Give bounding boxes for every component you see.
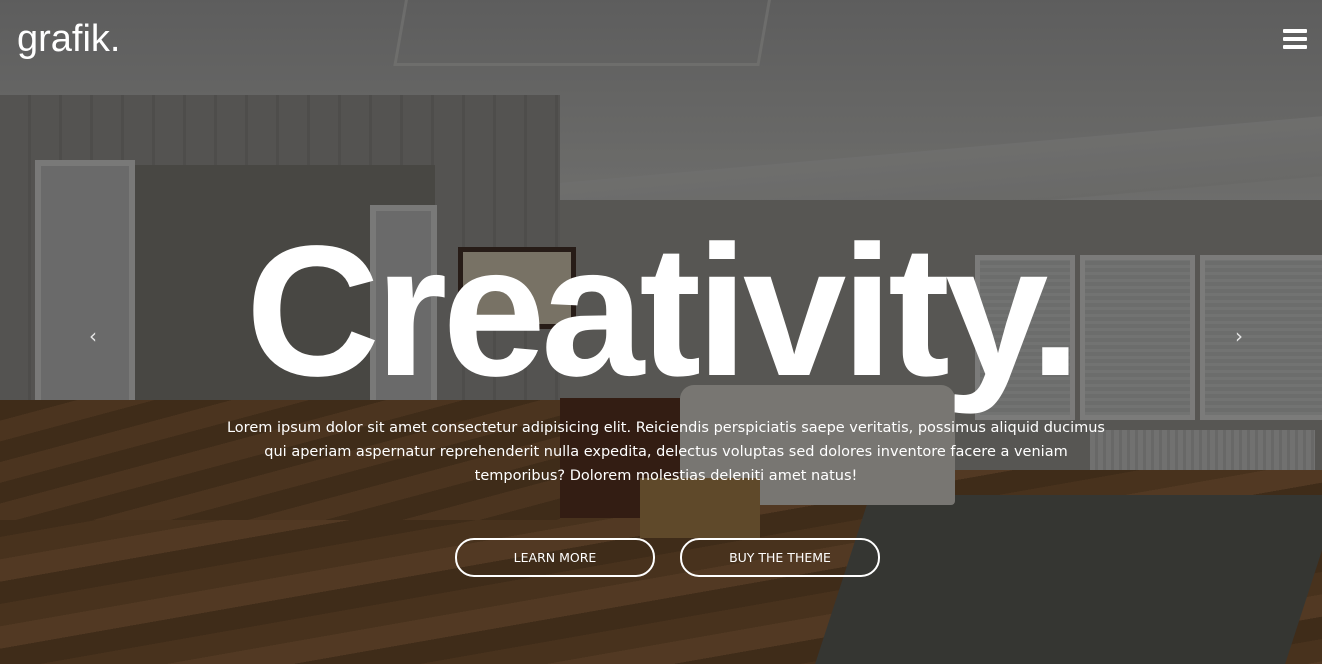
learn-more-button[interactable]: LEARN MORE: [455, 538, 655, 577]
hero-headline: Creativity.: [245, 208, 1082, 415]
buy-theme-button[interactable]: BUY THE THEME: [680, 538, 880, 577]
hamburger-menu-icon[interactable]: [1283, 29, 1307, 49]
hero-description: Lorem ipsum dolor sit amet consectetur a…: [226, 420, 1105, 484]
site-logo[interactable]: grafik.: [17, 17, 120, 61]
